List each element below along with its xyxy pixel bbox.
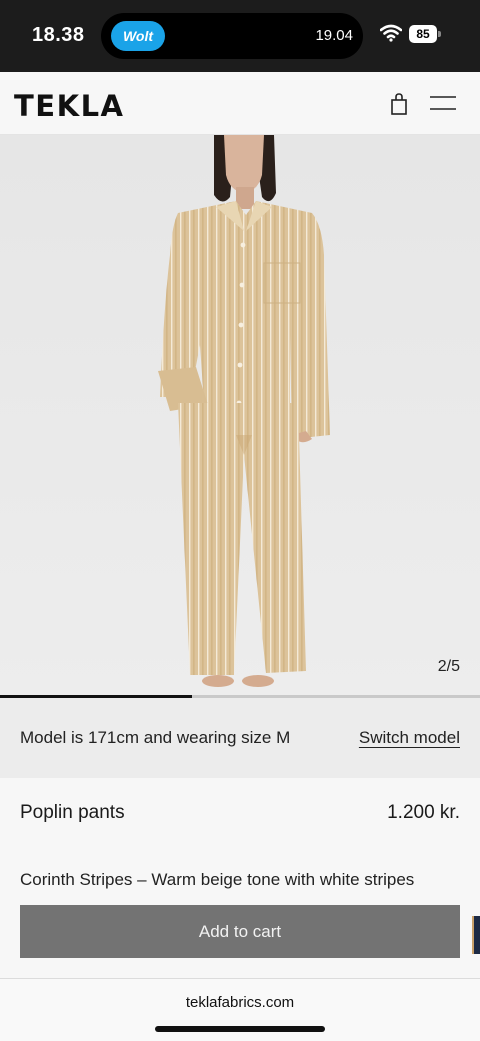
status-time: 18.38	[32, 24, 85, 46]
dynamic-island[interactable]: Wolt 19.04	[101, 13, 363, 59]
model-info-row: Model is 171cm and wearing size M Switch…	[0, 698, 480, 778]
battery-tip	[438, 31, 441, 37]
tekla-logo[interactable]: TEKLA	[14, 89, 125, 123]
url-text[interactable]: teklafabrics.com	[0, 994, 480, 1011]
battery-indicator: 85	[409, 25, 437, 43]
site-header: TEKLA	[0, 72, 480, 135]
model-photo	[0, 135, 480, 696]
model-info-text: Model is 171cm and wearing size M	[20, 728, 291, 747]
shopping-bag-icon[interactable]	[389, 92, 409, 116]
product-image[interactable]: 2/5	[0, 135, 480, 696]
image-counter: 2/5	[437, 658, 460, 675]
status-bar: 18.38 Wolt 19.04 85	[0, 0, 480, 72]
floating-cart-edge[interactable]	[472, 916, 480, 954]
menu-icon[interactable]	[430, 94, 456, 112]
product-price: 1.200 kr.	[387, 802, 460, 823]
wifi-icon	[380, 24, 402, 42]
island-time: 19.04	[315, 27, 353, 44]
browser-address-bar[interactable]: teklafabrics.com	[0, 978, 480, 1041]
product-description: Corinth Stripes – Warm beige tone with w…	[20, 870, 415, 889]
product-details: Poplin pants 1.200 kr. Corinth Stripes –…	[0, 778, 480, 978]
product-name: Poplin pants	[20, 802, 125, 823]
home-indicator[interactable]	[155, 1026, 325, 1032]
wolt-app-pill[interactable]: Wolt	[111, 21, 165, 51]
add-to-cart-button[interactable]: Add to cart	[20, 905, 460, 958]
switch-model-link[interactable]: Switch model	[359, 728, 460, 748]
